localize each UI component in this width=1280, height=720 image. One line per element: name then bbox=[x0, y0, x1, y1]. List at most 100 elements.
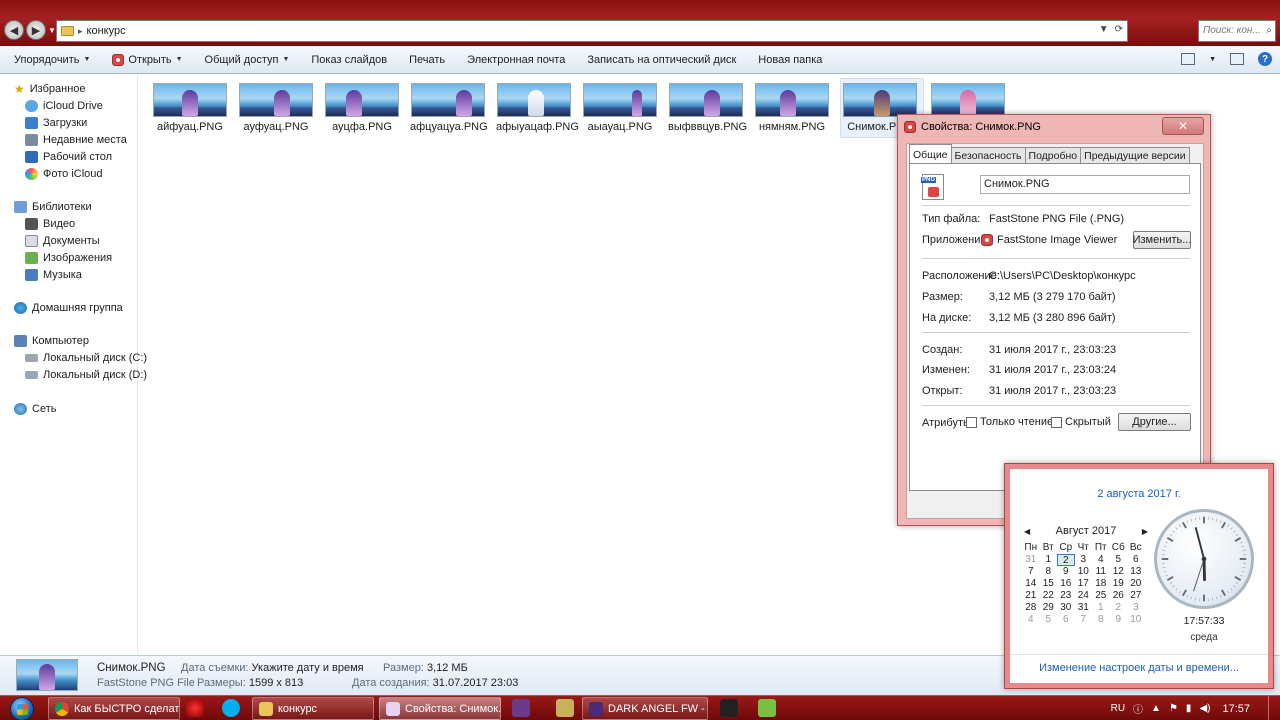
app-icon[interactable] bbox=[556, 699, 574, 717]
skype-icon[interactable] bbox=[222, 699, 240, 717]
current-date-link[interactable]: 2 августа 2017 г. bbox=[1010, 488, 1268, 500]
file-item[interactable]: аыауац.PNG bbox=[582, 83, 658, 133]
taskbar-item-browser[interactable]: Как БЫСТРО сделат... bbox=[48, 697, 180, 720]
taskbar-clock[interactable]: 17:57 bbox=[1222, 703, 1250, 715]
file-item[interactable]: ауцфа.PNG bbox=[324, 83, 400, 133]
change-button[interactable]: Изменить... bbox=[1133, 231, 1191, 249]
calendar-day[interactable]: 23 bbox=[1057, 590, 1075, 602]
calendar-day[interactable]: 8 bbox=[1040, 566, 1058, 578]
slideshow-button[interactable]: Показ слайдов bbox=[311, 54, 387, 66]
calendar-day[interactable]: 9 bbox=[1057, 566, 1075, 578]
sidebar-item-computer[interactable]: Компьютер bbox=[14, 333, 89, 349]
hidden-checkbox[interactable]: Скрытый bbox=[1051, 416, 1111, 428]
calendar-day[interactable]: 10 bbox=[1075, 566, 1093, 578]
calendar-day[interactable]: 10 bbox=[1127, 614, 1145, 626]
sidebar-item-libraries[interactable]: Библиотеки bbox=[14, 199, 92, 215]
sidebar-item-drive-d[interactable]: Локальный диск (D:) bbox=[25, 367, 147, 383]
start-button[interactable] bbox=[2, 696, 42, 720]
refresh-icon[interactable]: ⟳ bbox=[1115, 24, 1123, 35]
calendar-day[interactable]: 19 bbox=[1110, 578, 1128, 590]
calendar-day[interactable]: 3 bbox=[1075, 554, 1093, 566]
tab-details[interactable]: Подробно bbox=[1024, 147, 1082, 163]
sidebar-item-favorites[interactable]: ★ Избранное bbox=[14, 81, 86, 97]
open-button[interactable]: Открыть ▼ bbox=[112, 53, 183, 66]
show-desktop-button[interactable] bbox=[1268, 696, 1280, 720]
forward-arrow-icon[interactable]: ▶ bbox=[26, 20, 46, 40]
media-player-icon[interactable] bbox=[186, 699, 204, 717]
search-icon[interactable]: ⌕ bbox=[1266, 25, 1272, 36]
checkbox-icon[interactable] bbox=[966, 416, 977, 428]
preview-pane-icon[interactable] bbox=[1230, 53, 1244, 65]
previous-month-icon[interactable]: ◀ bbox=[1024, 527, 1030, 536]
sidebar-item-drive-c[interactable]: Локальный диск (C:) bbox=[25, 350, 147, 366]
file-item[interactable]: айфуац.PNG bbox=[152, 83, 228, 133]
calendar-day[interactable]: 25 bbox=[1092, 590, 1110, 602]
file-item[interactable]: выфввцув.PNG bbox=[668, 83, 747, 133]
calendar-day[interactable]: 1 bbox=[1040, 554, 1058, 566]
search-input[interactable]: Поиск: кон... ⌕ bbox=[1198, 20, 1276, 42]
calendar-day[interactable]: 6 bbox=[1127, 554, 1145, 566]
organize-button[interactable]: Упорядочить ▼ bbox=[14, 54, 90, 66]
calendar-day[interactable]: 20 bbox=[1127, 578, 1145, 590]
flag-icon[interactable]: ⚑ bbox=[1169, 703, 1178, 714]
share-button[interactable]: Общий доступ ▼ bbox=[205, 54, 290, 66]
calendar-day[interactable]: 29 bbox=[1040, 602, 1058, 614]
language-indicator[interactable]: RU bbox=[1111, 703, 1125, 714]
sidebar-item-icloud-photos[interactable]: Фото iCloud bbox=[25, 166, 103, 182]
tab-security[interactable]: Безопасность bbox=[950, 147, 1026, 163]
burn-disc-button[interactable]: Записать на оптический диск bbox=[587, 54, 736, 66]
breadcrumb-separator-icon[interactable]: ▸ bbox=[78, 26, 83, 37]
calendar-day[interactable]: 12 bbox=[1110, 566, 1128, 578]
new-folder-button[interactable]: Новая папка bbox=[758, 54, 822, 66]
volume-icon[interactable]: ◀) bbox=[1199, 703, 1210, 714]
calendar-day[interactable]: 7 bbox=[1075, 614, 1093, 626]
taskbar-item-properties[interactable]: Свойства: Снимок.P... bbox=[379, 697, 501, 720]
calendar-day[interactable]: 1 bbox=[1092, 602, 1110, 614]
calendar-day[interactable]: 4 bbox=[1022, 614, 1040, 626]
view-options-icon[interactable] bbox=[1181, 53, 1196, 65]
print-button[interactable]: Печать bbox=[409, 54, 445, 66]
file-name-field[interactable]: Снимок.PNG bbox=[980, 175, 1190, 194]
tab-previous-versions[interactable]: Предыдущие версии bbox=[1080, 147, 1190, 163]
app-icon[interactable] bbox=[720, 699, 738, 717]
calendar-day[interactable]: 6 bbox=[1057, 614, 1075, 626]
next-month-icon[interactable]: ▶ bbox=[1142, 527, 1148, 536]
help-icon[interactable]: ⓘ bbox=[1133, 701, 1143, 716]
date-time-settings-link[interactable]: Изменение настроек даты и времени... bbox=[1010, 662, 1268, 674]
address-dropdown-icon[interactable]: ▼ bbox=[1099, 24, 1109, 35]
sidebar-item-pictures[interactable]: Изображения bbox=[25, 250, 112, 266]
taskbar-item-game[interactable]: DARK ANGEL FW - F... bbox=[582, 697, 708, 720]
calendar-day[interactable]: 31 bbox=[1022, 554, 1040, 566]
calendar-day[interactable]: 9 bbox=[1110, 614, 1128, 626]
sidebar-item-recent-places[interactable]: Недавние места bbox=[25, 132, 127, 148]
sidebar-item-network[interactable]: Сеть bbox=[14, 401, 56, 417]
calendar-day[interactable]: 14 bbox=[1022, 578, 1040, 590]
calendar-day[interactable]: 16 bbox=[1057, 578, 1075, 590]
calendar-day[interactable]: 15 bbox=[1040, 578, 1058, 590]
sidebar-item-downloads[interactable]: Загрузки bbox=[25, 115, 87, 131]
app-icon[interactable] bbox=[758, 699, 776, 717]
back-arrow-icon[interactable]: ◀ bbox=[4, 20, 24, 40]
sidebar-item-icloud-drive[interactable]: iCloud Drive bbox=[25, 98, 103, 114]
sidebar-item-desktop[interactable]: Рабочий стол bbox=[25, 149, 112, 165]
calendar-day[interactable]: 22 bbox=[1040, 590, 1058, 602]
file-item[interactable]: ауфуац.PNG bbox=[238, 83, 314, 133]
calendar-day[interactable]: 31 bbox=[1075, 602, 1093, 614]
calendar-day[interactable]: 13 bbox=[1127, 566, 1145, 578]
readonly-checkbox[interactable]: Только чтение bbox=[966, 416, 1053, 428]
calendar-day[interactable]: 24 bbox=[1075, 590, 1093, 602]
network-icon[interactable]: ▮ bbox=[1186, 703, 1192, 714]
calendar-day[interactable]: 18 bbox=[1092, 578, 1110, 590]
close-icon[interactable]: ✕ bbox=[1162, 117, 1204, 135]
calendar-day[interactable]: 3 bbox=[1127, 602, 1145, 614]
sidebar-item-music[interactable]: Музыка bbox=[25, 267, 82, 283]
breadcrumb-current[interactable]: конкурс bbox=[87, 25, 126, 37]
tab-general[interactable]: Общие bbox=[909, 144, 952, 163]
calendar-day[interactable]: 21 bbox=[1022, 590, 1040, 602]
calendar-day[interactable]: 7 bbox=[1022, 566, 1040, 578]
calendar-day[interactable]: 5 bbox=[1110, 554, 1128, 566]
other-attributes-button[interactable]: Другие... bbox=[1118, 413, 1191, 431]
chevron-down-icon[interactable]: ▼ bbox=[1209, 56, 1216, 63]
calendar-day[interactable]: 27 bbox=[1127, 590, 1145, 602]
calendar-day[interactable]: 11 bbox=[1092, 566, 1110, 578]
